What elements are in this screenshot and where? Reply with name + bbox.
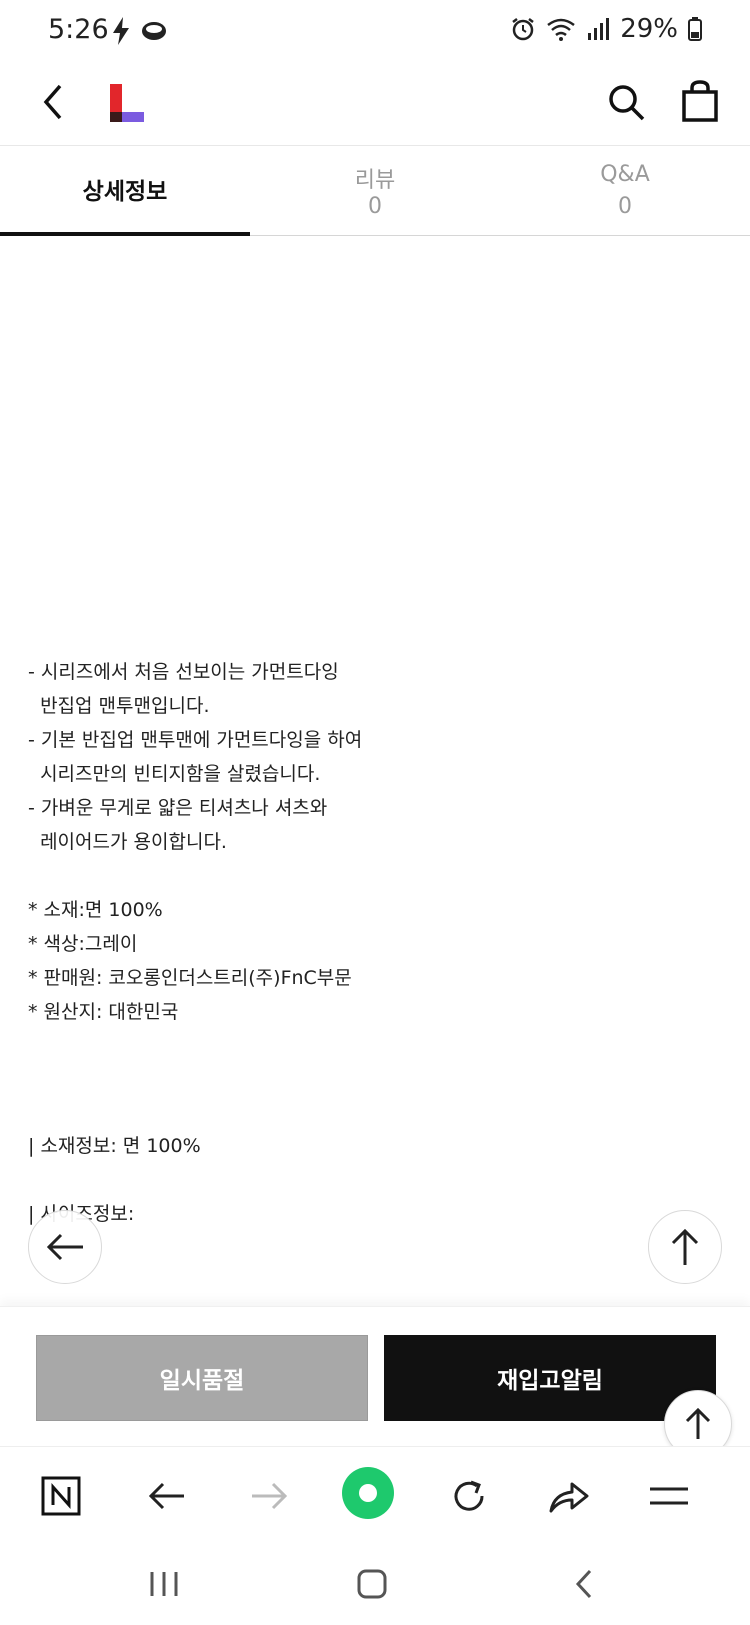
back-button[interactable] (34, 82, 74, 122)
status-bar: 5:26 29% (0, 0, 750, 66)
green-dot-icon (342, 1467, 394, 1519)
arrow-left-icon (148, 1482, 184, 1510)
app-notification-icon (142, 22, 166, 40)
brand-logo[interactable] (110, 84, 144, 122)
product-tabs: 상세정보 리뷰 0 Q&A 0 (0, 146, 750, 236)
tab-details[interactable]: 상세정보 (0, 146, 250, 236)
tab-reviews-count: 0 (368, 194, 382, 219)
purchase-action-bar: 일시품절 재입고알림 (0, 1306, 750, 1446)
refresh-button[interactable] (444, 1471, 494, 1521)
spec-line: * 판매원: 코오롱인더스트리(주)FnC부문 (28, 967, 352, 989)
tab-reviews[interactable]: 리뷰 0 (250, 146, 500, 235)
menu-button[interactable] (644, 1471, 694, 1521)
restock-alert-button[interactable]: 재입고알림 (384, 1335, 716, 1421)
share-arrow-icon (549, 1482, 589, 1513)
refresh-icon (454, 1480, 484, 1511)
chevron-left-icon (43, 84, 62, 120)
status-right: 29% (510, 14, 702, 44)
wifi-icon (547, 18, 575, 41)
charging-bolt-icon (113, 17, 129, 45)
search-icon (609, 85, 645, 121)
signal-icon (588, 18, 610, 40)
battery-percent: 29% (620, 14, 678, 44)
tab-qna-label: Q&A (600, 162, 650, 187)
home-square-icon (357, 1569, 387, 1599)
android-nav-bar (0, 1544, 750, 1625)
tab-reviews-label: 리뷰 (354, 168, 396, 193)
shopping-bag-icon (682, 80, 718, 122)
naver-n-icon (41, 1476, 81, 1516)
spec-line: * 색상:그레이 (28, 933, 138, 955)
browser-back-button[interactable] (142, 1471, 192, 1521)
search-button[interactable] (606, 82, 646, 122)
spec-line: * 소재:면 100% (28, 899, 163, 921)
description-line: - 가벼운 무게로 얇은 티셔츠나 셔츠와 (28, 797, 328, 819)
floating-back-button[interactable] (28, 1210, 102, 1284)
tab-qna-count: 0 (618, 194, 632, 219)
status-time: 5:26 (48, 14, 109, 45)
browser-toolbar (0, 1446, 750, 1544)
logo-icon (110, 84, 144, 122)
arrow-up-icon (671, 1228, 699, 1265)
arrow-left-icon (46, 1233, 83, 1261)
naver-home-button[interactable] (36, 1471, 86, 1521)
arrow-up-icon (685, 1407, 711, 1439)
tab-details-label: 상세정보 (82, 179, 168, 205)
soldout-button[interactable]: 일시품절 (36, 1335, 368, 1421)
active-tab-underline (0, 232, 250, 236)
hamburger-menu-icon (650, 1487, 688, 1505)
description-line: - 기본 반집업 맨투맨에 가먼트다잉을 하여 (28, 729, 363, 751)
share-button[interactable] (544, 1471, 594, 1521)
alarm-icon (512, 18, 534, 41)
green-dot-button[interactable] (340, 1465, 396, 1521)
system-back-button[interactable] (564, 1564, 604, 1604)
description-line: 레이어드가 용이합니다. (28, 831, 227, 853)
home-button[interactable] (352, 1564, 392, 1604)
product-description: - 시리즈에서 처음 선보이는 가먼트다잉 반집업 맨투맨입니다. - 기본 반… (28, 655, 708, 1231)
description-line: 반집업 맨투맨입니다. (28, 695, 210, 717)
recent-apps-button[interactable] (144, 1564, 184, 1604)
arrow-right-icon (252, 1482, 288, 1510)
size-info: | 사이즈정보: (28, 1203, 135, 1225)
app-header (0, 66, 750, 146)
spec-line: * 원산지: 대한민국 (28, 1001, 179, 1023)
shopping-bag-button[interactable] (680, 80, 720, 122)
battery-icon (688, 17, 702, 41)
status-left-icons (110, 16, 168, 46)
browser-forward-button[interactable] (244, 1471, 294, 1521)
tab-qna[interactable]: Q&A 0 (500, 146, 750, 235)
description-line: 시리즈만의 빈티지함을 살렸습니다. (28, 763, 321, 785)
scroll-top-button[interactable] (648, 1210, 722, 1284)
chevron-left-icon (575, 1569, 592, 1599)
material-info: | 소재정보: 면 100% (28, 1135, 201, 1157)
description-line: - 시리즈에서 처음 선보이는 가먼트다잉 (28, 661, 339, 683)
recent-apps-icon (150, 1572, 178, 1596)
